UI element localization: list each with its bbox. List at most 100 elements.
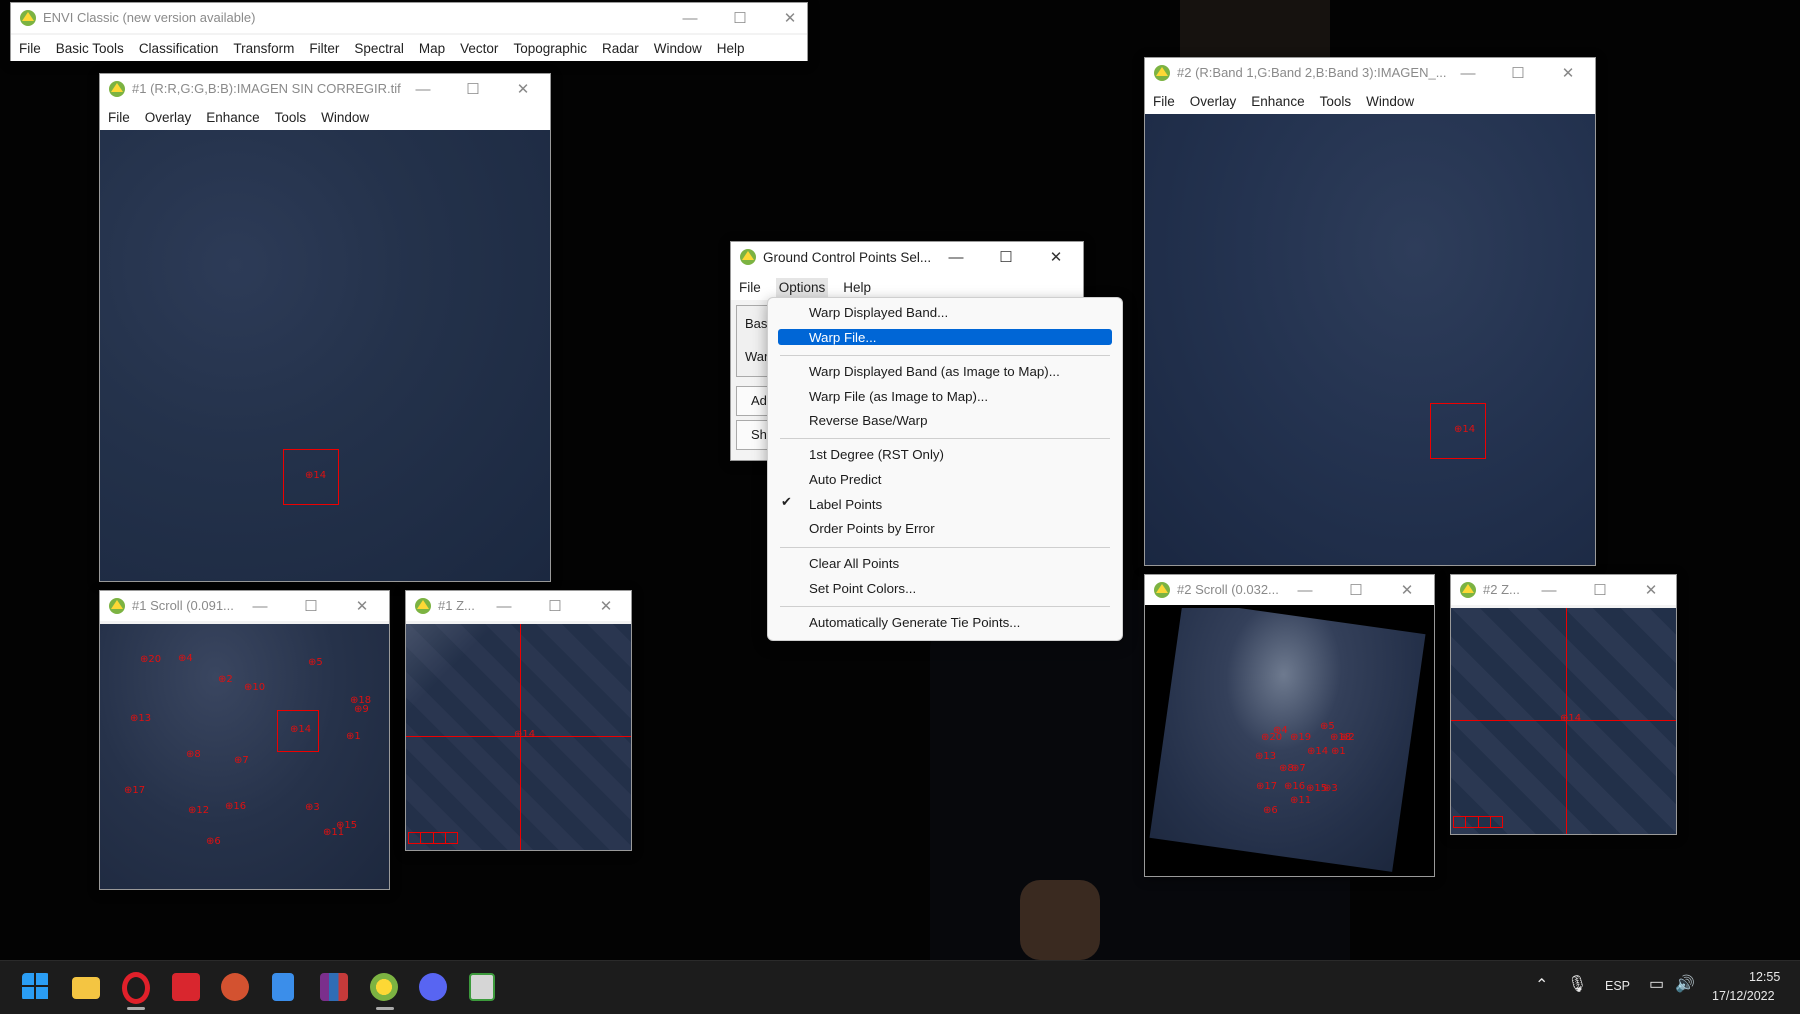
scroll1-gcp-point-16[interactable]: ⊕16 xyxy=(225,801,246,812)
display2-image-window[interactable]: #2 (R:Band 1,G:Band 2,B:Band 3):IMAGEN_.… xyxy=(1144,57,1596,566)
scroll2-gcp-point-14[interactable]: ⊕14 xyxy=(1307,746,1328,757)
menu-overlay[interactable]: Overlay xyxy=(145,110,192,125)
menu-transform[interactable]: Transform xyxy=(233,41,294,56)
minimize-button[interactable]: — xyxy=(931,242,981,272)
zoom1-window[interactable]: #1 Z... — ☐ ✕ ⊕14 xyxy=(405,590,632,851)
zoom-control-buttons[interactable] xyxy=(1453,816,1503,828)
scroll1-gcp-point-17[interactable]: ⊕17 xyxy=(124,785,145,796)
tray-overflow-icon[interactable]: ⌃ xyxy=(1535,975,1548,995)
menu-spectral[interactable]: Spectral xyxy=(354,41,404,56)
envi-icon[interactable] xyxy=(370,973,398,1001)
maximize-button[interactable]: ☐ xyxy=(1331,575,1381,605)
minimize-button[interactable]: — xyxy=(235,591,285,621)
display2-title-bar[interactable]: #2 (R:Band 1,G:Band 2,B:Band 3):IMAGEN_.… xyxy=(1145,58,1595,88)
scroll1-gcp-point-4[interactable]: ⊕4 xyxy=(178,653,193,664)
opera-icon[interactable] xyxy=(122,972,150,1004)
menu-topographic[interactable]: Topographic xyxy=(513,41,587,56)
maximize-button[interactable]: ☐ xyxy=(981,242,1031,272)
menu-item-reverse-base-warp[interactable]: Reverse Base/Warp xyxy=(809,413,927,428)
scroll2-gcp-point-13[interactable]: ⊕13 xyxy=(1255,751,1276,762)
volume-icon[interactable]: 🔊 xyxy=(1675,974,1695,994)
menu-help[interactable]: Help xyxy=(717,41,745,56)
close-button[interactable]: ✕ xyxy=(337,591,387,621)
zoom-control-buttons[interactable] xyxy=(408,832,458,844)
display1-image[interactable]: ⊕14 xyxy=(100,130,550,581)
scroll1-gcp-point-5[interactable]: ⊕5 xyxy=(308,657,323,668)
scroll1-gcp-point-14[interactable]: ⊕14 xyxy=(290,724,311,735)
scroll2-image[interactable]: ⊕5 ⊕4 ⊕20 ⊕19 ⊕18 ⊕2 ⊕14 ⊕1 ⊕13 ⊕8 ⊕7 ⊕17 ⊕16 ⊕15 ⊕3 ⊕1… xyxy=(1145,608,1434,876)
display1-image-window[interactable]: #1 (R:R,G:G,B:B):IMAGEN SIN CORREGIR.tif… xyxy=(99,73,551,582)
scroll1-title-bar[interactable]: #1 Scroll (0.091... — ☐ ✕ xyxy=(100,591,389,621)
scroll1-gcp-point-2[interactable]: ⊕2 xyxy=(218,674,233,685)
menu-window[interactable]: Window xyxy=(654,41,702,56)
menu-tools[interactable]: Tools xyxy=(1320,94,1352,109)
maximize-button[interactable]: ☐ xyxy=(715,3,765,33)
scroll1-gcp-point-7[interactable]: ⊕7 xyxy=(234,755,249,766)
menu-item-clear-all-points[interactable]: Clear All Points xyxy=(809,556,899,571)
scroll1-gcp-point-13[interactable]: ⊕13 xyxy=(130,713,151,724)
menu-item-order-points-by-error[interactable]: Order Points by Error xyxy=(809,521,935,536)
close-button[interactable]: ✕ xyxy=(765,3,815,33)
scroll1-gcp-point-3[interactable]: ⊕3 xyxy=(305,802,320,813)
powerpoint-icon[interactable] xyxy=(221,973,249,1001)
menu-item-label-points[interactable]: Label Points xyxy=(809,497,882,512)
menu-file[interactable]: File xyxy=(739,280,761,295)
scroll1-gcp-point-6[interactable]: ⊕6 xyxy=(206,836,221,847)
scroll2-gcp-point-1[interactable]: ⊕1 xyxy=(1331,746,1346,757)
menu-radar[interactable]: Radar xyxy=(602,41,639,56)
scroll2-gcp-point-19[interactable]: ⊕19 xyxy=(1290,732,1311,743)
zoom2-title-bar[interactable]: #2 Z... — ☐ ✕ xyxy=(1451,575,1676,605)
scroll1-gcp-point-1[interactable]: ⊕1 xyxy=(346,731,361,742)
menu-item-auto-predict[interactable]: Auto Predict xyxy=(809,472,881,487)
maximize-button[interactable]: ☐ xyxy=(286,591,336,621)
menu-vector[interactable]: Vector xyxy=(460,41,498,56)
scroll2-gcp-point-20[interactable]: ⊕20 xyxy=(1261,732,1282,743)
menu-item-auto-generate-tie-points[interactable]: Automatically Generate Tie Points... xyxy=(809,615,1020,630)
scroll2-gcp-point-7[interactable]: ⊕7 xyxy=(1291,763,1306,774)
menu-item-warp-file-image-to-map[interactable]: Warp File (as Image to Map)... xyxy=(809,389,988,404)
close-button[interactable]: ✕ xyxy=(581,591,631,621)
close-button[interactable]: ✕ xyxy=(1626,575,1676,605)
minimize-button[interactable]: — xyxy=(665,3,715,33)
scroll2-gcp-point-11[interactable]: ⊕11 xyxy=(1290,795,1311,806)
microphone-icon[interactable]: 🎙 xyxy=(1567,974,1587,994)
clock-time[interactable]: 12:55 xyxy=(1749,970,1780,984)
zoom2-image[interactable]: ⊕14 xyxy=(1451,608,1676,834)
minimize-button[interactable]: — xyxy=(398,74,448,104)
menu-tools[interactable]: Tools xyxy=(275,110,307,125)
notepad-icon[interactable] xyxy=(272,973,294,1001)
menu-enhance[interactable]: Enhance xyxy=(206,110,259,125)
scroll2-gcp-point-5[interactable]: ⊕5 xyxy=(1320,721,1335,732)
menu-file[interactable]: File xyxy=(19,41,41,56)
maximize-button[interactable]: ☐ xyxy=(530,591,580,621)
menu-classification[interactable]: Classification xyxy=(139,41,219,56)
winrar-icon[interactable] xyxy=(320,973,348,1001)
gcp-dialog-title-bar[interactable]: Ground Control Points Sel... — ☐ ✕ xyxy=(731,242,1083,274)
scroll1-gcp-point-11[interactable]: ⊕11 xyxy=(323,827,344,838)
maximize-button[interactable]: ☐ xyxy=(1493,58,1543,88)
scroll1-gcp-point-8[interactable]: ⊕8 xyxy=(186,749,201,760)
menu-item-warp-file[interactable]: Warp File... xyxy=(809,330,876,345)
scroll2-window[interactable]: #2 Scroll (0.032... — ☐ ✕ ⊕5 ⊕4 ⊕20 ⊕19 ⊕18 ⊕… xyxy=(1144,574,1435,877)
close-button[interactable]: ✕ xyxy=(498,74,548,104)
maximize-button[interactable]: ☐ xyxy=(448,74,498,104)
menu-basic-tools[interactable]: Basic Tools xyxy=(56,41,124,56)
close-button[interactable]: ✕ xyxy=(1382,575,1432,605)
zoom1-image[interactable]: ⊕14 xyxy=(406,624,631,850)
menu-enhance[interactable]: Enhance xyxy=(1251,94,1304,109)
display2-image[interactable]: ⊕14 xyxy=(1145,114,1595,565)
start-icon[interactable] xyxy=(22,973,50,1001)
scroll2-gcp-point-3[interactable]: ⊕3 xyxy=(1323,783,1338,794)
menu-window[interactable]: Window xyxy=(321,110,369,125)
menu-overlay[interactable]: Overlay xyxy=(1190,94,1237,109)
zoom2-window[interactable]: #2 Z... — ☐ ✕ ⊕14 xyxy=(1450,574,1677,835)
menu-filter[interactable]: Filter xyxy=(309,41,339,56)
menu-map[interactable]: Map xyxy=(419,41,445,56)
menu-item-1st-degree[interactable]: 1st Degree (RST Only) xyxy=(809,447,944,462)
menu-options[interactable]: Options xyxy=(775,277,829,297)
envi-main-window[interactable]: ENVI Classic (new version available) — ☐… xyxy=(10,2,808,61)
clock-date[interactable]: 17/12/2022 xyxy=(1712,989,1775,1003)
acrobat-icon[interactable] xyxy=(172,973,200,1001)
scroll2-gcp-point-2[interactable]: ⊕2 xyxy=(1340,732,1355,743)
language-indicator[interactable]: ESP xyxy=(1605,979,1630,993)
